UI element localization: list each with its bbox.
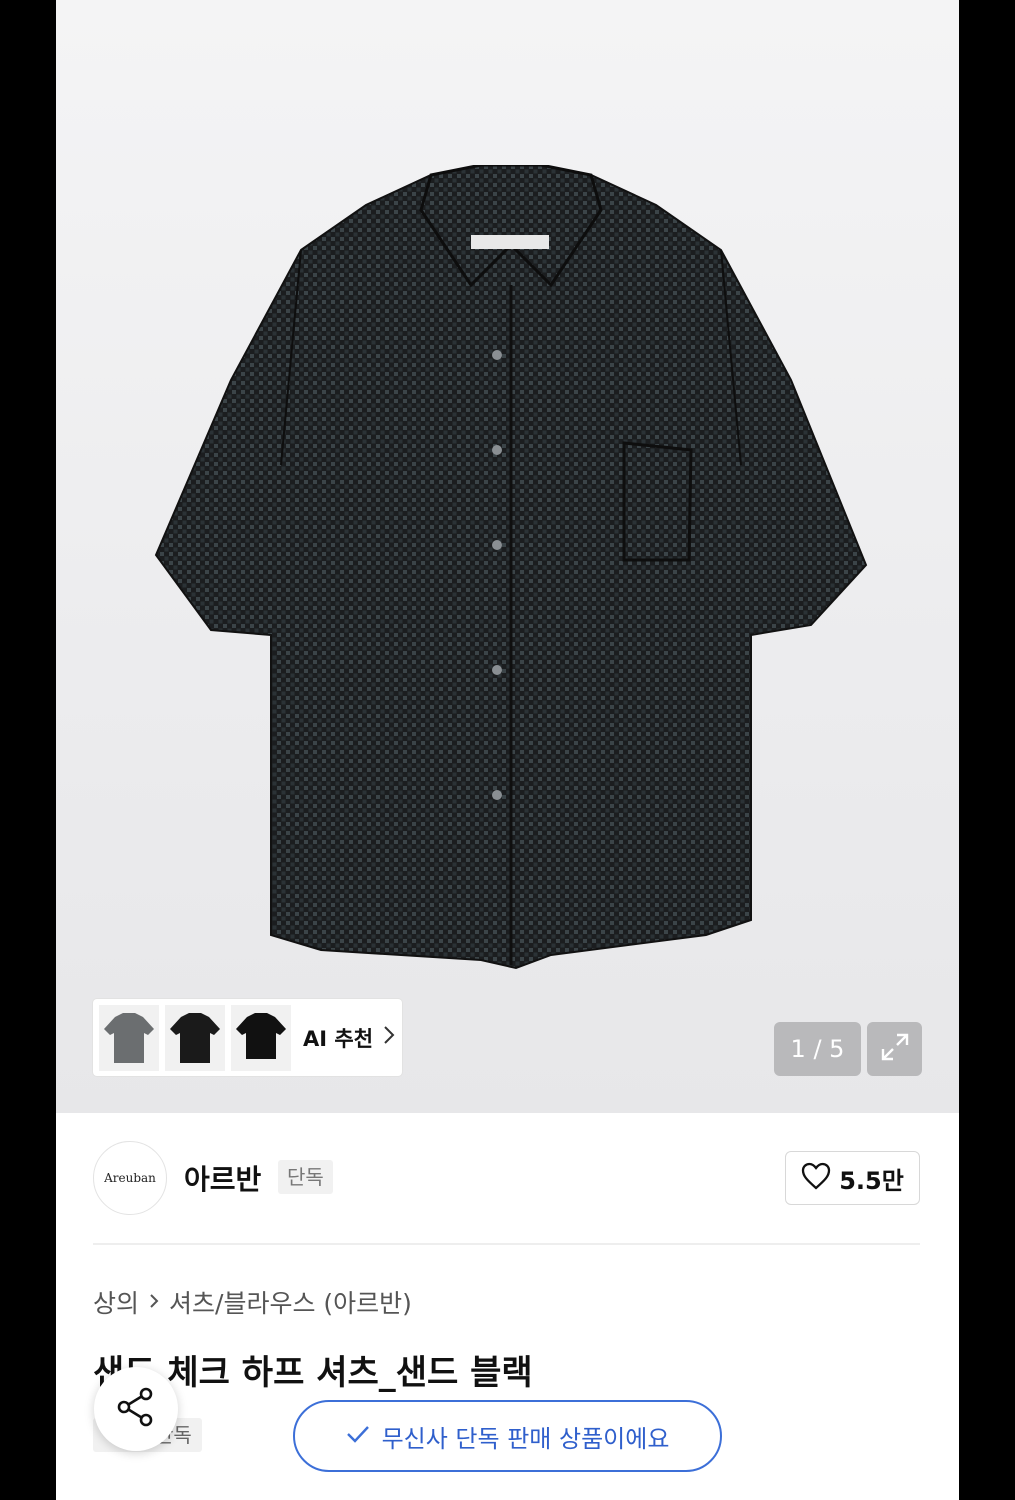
thumbnail-black-shirt-2[interactable] <box>231 1004 291 1071</box>
expand-button[interactable] <box>867 1022 922 1076</box>
product-image-gallery[interactable]: AI 추천 1 / 5 <box>56 0 959 1113</box>
ai-recommend-card[interactable]: AI 추천 <box>93 999 402 1076</box>
image-counter: 1 / 5 <box>774 1022 861 1076</box>
chevron-right-icon <box>149 1290 159 1315</box>
divider <box>93 1243 920 1245</box>
heart-icon <box>801 1162 831 1194</box>
expand-icon <box>880 1032 910 1066</box>
chevron-right-icon <box>383 1025 395 1051</box>
ai-recommend-label: AI 추천 <box>303 1026 374 1051</box>
exclusive-notice-label: 무신사 단독 판매 상품이에요 <box>381 1424 670 1453</box>
product-page: AI 추천 1 / 5 Areuban 아르반 단독 5.5만 상의 셔츠/블라… <box>56 0 959 1500</box>
brand-logo[interactable]: Areuban <box>93 1141 167 1215</box>
thumbnail-gray-shirt[interactable] <box>99 1004 159 1071</box>
breadcrumb: 상의 셔츠/블라우스 (아르반) <box>93 1284 412 1320</box>
brand-name[interactable]: 아르반 <box>184 1158 261 1198</box>
thumbnail-black-shirt[interactable] <box>165 1004 225 1071</box>
like-count: 5.5만 <box>839 1166 904 1195</box>
brand-exclusive-badge: 단독 <box>278 1160 333 1194</box>
exclusive-notice-pill[interactable]: 무신사 단독 판매 상품이에요 <box>293 1400 722 1472</box>
share-button[interactable] <box>94 1367 178 1451</box>
breadcrumb-item-category[interactable]: 상의 <box>93 1284 139 1320</box>
like-button[interactable]: 5.5만 <box>785 1151 920 1205</box>
product-image <box>154 165 868 970</box>
check-icon <box>346 1422 370 1450</box>
share-icon <box>114 1385 158 1433</box>
breadcrumb-item-subcategory[interactable]: 셔츠/블라우스 (아르반) <box>169 1284 412 1320</box>
